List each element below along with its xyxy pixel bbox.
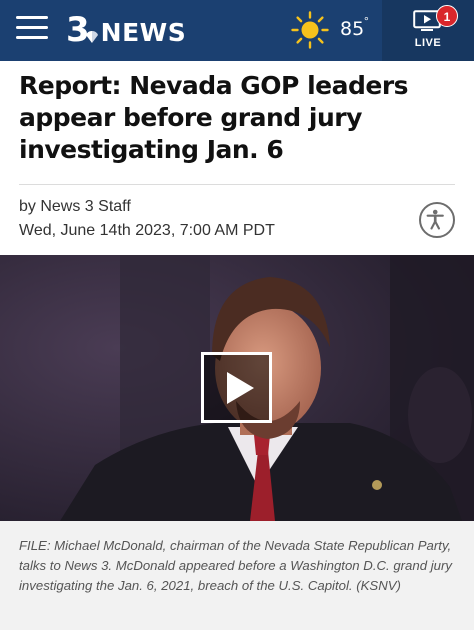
article-headline: Report: Nevada GOP leaders appear before… bbox=[19, 71, 409, 164]
menu-icon[interactable] bbox=[16, 16, 48, 40]
sun-icon bbox=[291, 11, 329, 49]
live-button[interactable]: 1 LIVE bbox=[382, 0, 474, 61]
live-label: LIVE bbox=[414, 37, 442, 49]
notification-badge: 1 bbox=[436, 5, 458, 27]
site-header: 3 NEWS 85 ° 1 LIVE bbox=[0, 0, 474, 61]
accessibility-icon bbox=[426, 209, 444, 230]
article-date: Wed, June 14th 2023, 7:00 AM PDT bbox=[19, 222, 275, 239]
degree-symbol: ° bbox=[364, 14, 369, 28]
caption-box: FILE: Michael McDonald, chairman of the … bbox=[0, 521, 474, 630]
article-byline: by News 3 Staff bbox=[19, 198, 131, 215]
video-player[interactable] bbox=[0, 255, 474, 521]
play-button[interactable] bbox=[201, 352, 272, 423]
image-caption: FILE: Michael McDonald, chairman of the … bbox=[19, 538, 452, 593]
peacock-icon bbox=[85, 30, 98, 43]
accessibility-button[interactable] bbox=[419, 202, 455, 238]
site-logo[interactable]: 3 NEWS bbox=[66, 12, 186, 48]
weather-temperature: 85 bbox=[340, 18, 365, 40]
divider bbox=[19, 184, 455, 185]
logo-text: NEWS bbox=[100, 17, 187, 47]
play-icon bbox=[227, 372, 254, 404]
